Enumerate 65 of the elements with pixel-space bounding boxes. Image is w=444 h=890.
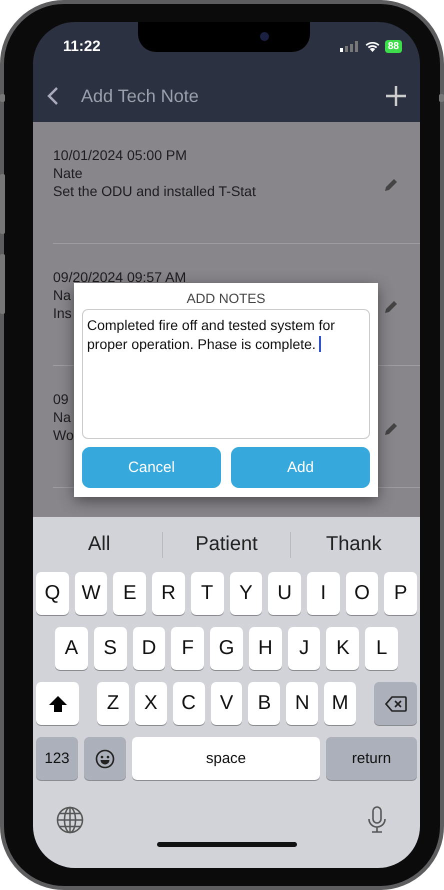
space-key[interactable]: space [132, 737, 320, 780]
suggestion[interactable]: Patient [163, 533, 290, 556]
globe-icon[interactable] [56, 806, 84, 834]
letter-key[interactable]: W [74, 572, 108, 615]
letter-key[interactable]: Y [230, 572, 262, 615]
back-icon [47, 86, 59, 106]
microphone-icon[interactable] [367, 806, 387, 834]
letter-key[interactable]: J [288, 627, 320, 670]
add-button[interactable] [386, 86, 406, 106]
letter-key[interactable]: L [365, 627, 398, 670]
letter-key[interactable]: M [324, 682, 356, 725]
letter-key[interactable]: I [306, 572, 340, 615]
notes-field[interactable]: Completed fire off and tested system for proper operation. Phase is complete. [82, 309, 370, 439]
note-author: Nate [53, 164, 83, 182]
note-text: Ins [53, 304, 72, 322]
screen-title: Add Tech Note [81, 86, 200, 106]
camera-icon [260, 32, 269, 41]
letter-key[interactable]: P [384, 572, 418, 615]
letter-key[interactable]: C [172, 682, 205, 725]
note-author: Na [53, 286, 71, 304]
emoji-icon [95, 748, 115, 768]
letter-key[interactable]: F [171, 627, 204, 670]
delete-icon [384, 696, 407, 712]
shift-icon [48, 696, 66, 712]
back-button[interactable] [47, 86, 59, 106]
pencil-icon[interactable] [384, 422, 398, 436]
letter-key[interactable]: S [94, 627, 127, 670]
letter-key[interactable]: V [210, 682, 242, 725]
dialog-title: ADD NOTES [186, 291, 266, 306]
battery-level: 88 [384, 40, 402, 52]
pencil-icon[interactable] [384, 178, 398, 192]
letter-key[interactable]: D [132, 627, 166, 670]
signal-icon [340, 40, 360, 52]
letter-key[interactable]: E [113, 572, 146, 615]
note-text: Wo [53, 426, 74, 444]
note-author: Na [53, 408, 71, 426]
letter-key[interactable]: N [286, 682, 318, 725]
letter-key[interactable]: T [190, 572, 224, 615]
note-date: 10/01/2024 05:00 PM [53, 146, 187, 164]
shift-key[interactable] [36, 682, 79, 725]
numbers-key[interactable]: 123 [36, 737, 78, 780]
letter-key[interactable]: U [268, 572, 301, 615]
note-date: 09/20/2024 09:57 AM [53, 268, 186, 286]
letter-key[interactable]: Z [97, 682, 129, 725]
letter-key[interactable]: H [248, 627, 282, 670]
letter-key[interactable]: R [152, 572, 185, 615]
letter-key[interactable]: K [326, 627, 360, 670]
delete-key[interactable] [374, 682, 418, 725]
note-text: Set the ODU and installed T-Stat [53, 182, 256, 200]
note-date: 09 [53, 390, 69, 408]
letter-key[interactable]: A [55, 627, 88, 670]
letter-key[interactable]: B [248, 682, 280, 725]
plus-icon [386, 86, 406, 106]
letter-key[interactable]: X [134, 682, 167, 725]
suggestion[interactable]: All [36, 533, 162, 556]
wifi-icon [364, 40, 380, 52]
pencil-icon[interactable] [384, 300, 398, 314]
text-cursor [318, 336, 321, 352]
return-key[interactable]: return [326, 737, 417, 780]
emoji-key[interactable] [84, 737, 126, 780]
suggestion[interactable]: Thank [290, 533, 417, 556]
status-time: 11:22 [63, 38, 101, 54]
letter-key[interactable]: O [346, 572, 378, 615]
letter-key[interactable]: Q [36, 572, 69, 615]
letter-key[interactable]: G [210, 627, 243, 670]
